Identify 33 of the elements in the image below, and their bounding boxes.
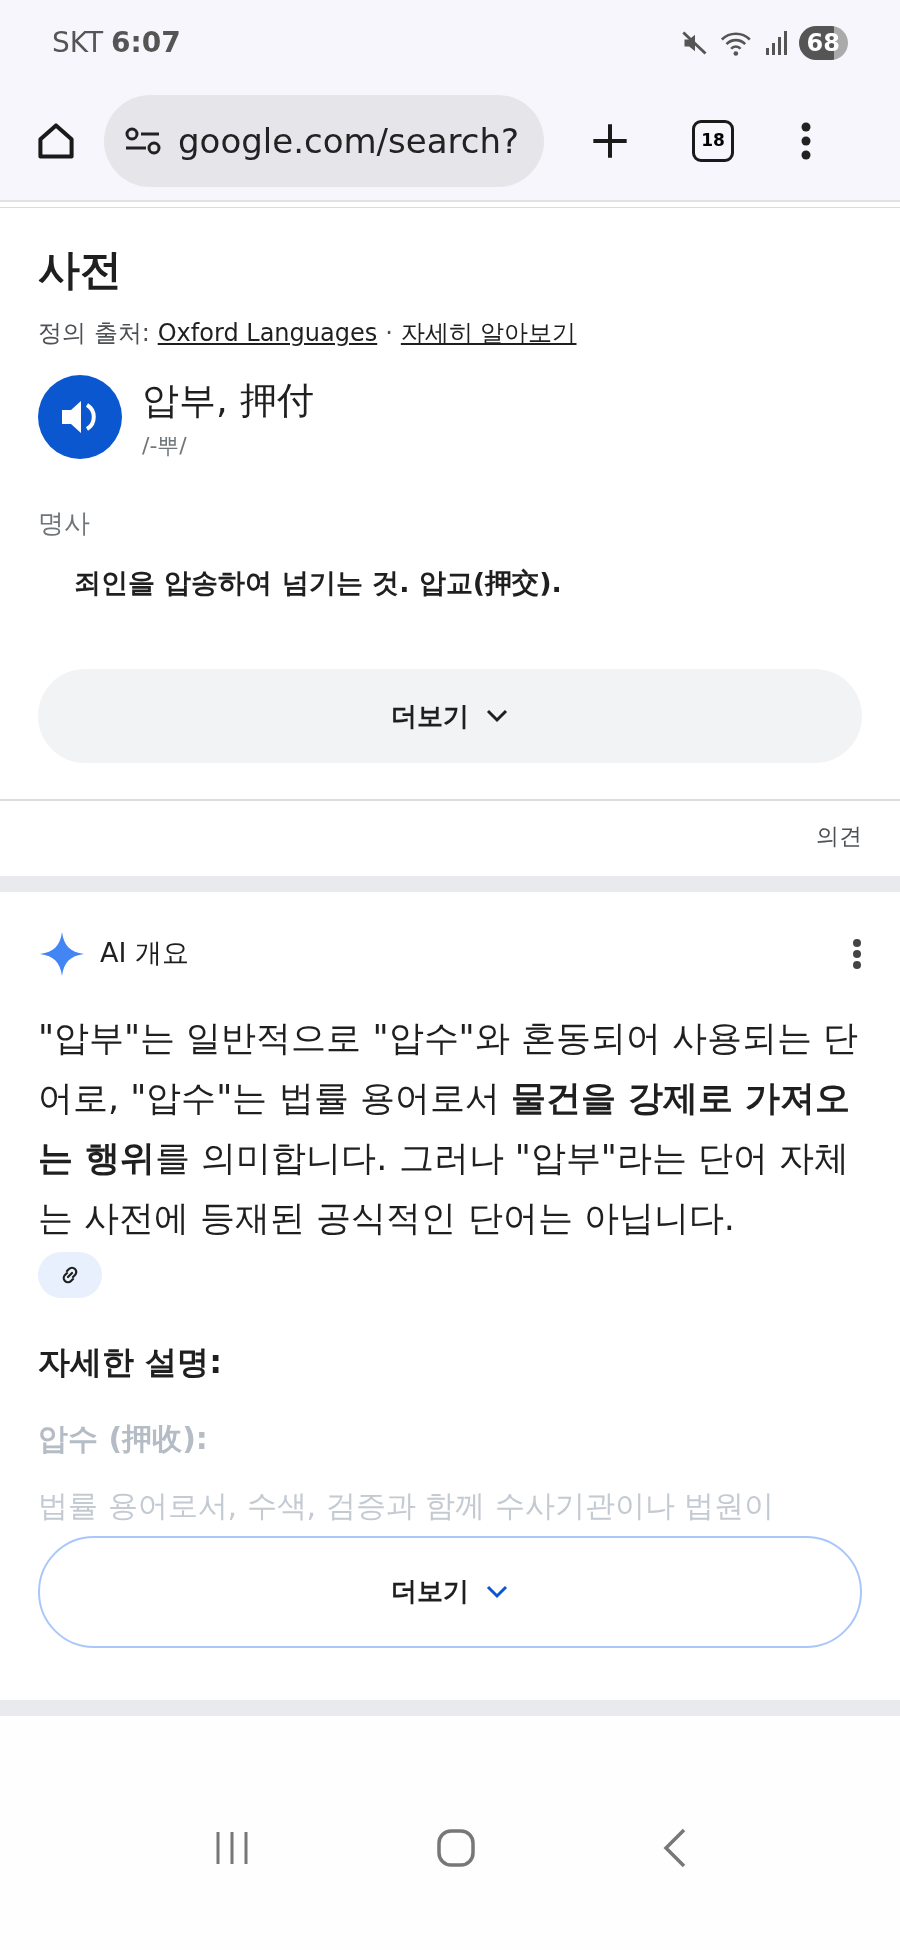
speaker-icon[interactable] <box>38 375 122 460</box>
section-title: 사전 <box>38 244 123 296</box>
signal-icon <box>764 30 789 56</box>
pronunciation-text: /-뿌/ <box>142 431 188 460</box>
carrier-name: SKT <box>52 25 104 61</box>
home-button-icon[interactable] <box>436 1827 476 1868</box>
mute-icon <box>680 29 709 57</box>
faded-text: 법률 용어로서, 수색, 검증과 함께 수사기관이나 법원이 <box>38 1486 776 1525</box>
ai-overview-title: AI 개요 <box>100 936 189 971</box>
site-settings-icon[interactable] <box>124 126 162 156</box>
definition-text: 죄인을 압송하여 넘기는 것. 압교(押交). <box>74 565 563 600</box>
source-link-button[interactable] <box>38 1251 102 1298</box>
show-more-button[interactable]: 더보기 <box>38 1535 862 1648</box>
learn-more-link[interactable]: 자세히 알아보기 <box>400 315 577 351</box>
part-of-speech: 명사 <box>38 506 91 540</box>
term-heading: 압수 (押收): <box>38 1419 209 1458</box>
more-options-icon[interactable] <box>852 937 862 970</box>
chevron-down-icon <box>485 1583 509 1600</box>
source-link[interactable]: Oxford Languages <box>157 315 378 351</box>
separator-text: · <box>385 318 393 349</box>
source-label: 정의 출처: <box>38 318 150 349</box>
more-options-icon[interactable] <box>800 121 812 161</box>
details-heading: 자세한 설명: <box>38 1341 223 1383</box>
tab-switcher-button[interactable]: 18 <box>692 120 734 162</box>
clock-time: 6:07 <box>111 25 181 61</box>
new-tab-icon[interactable] <box>590 121 630 161</box>
headword: 압부, 押付 <box>142 378 314 424</box>
battery-indicator: 68 <box>798 26 848 60</box>
show-more-button[interactable]: 더보기 <box>38 669 862 763</box>
address-bar[interactable]: google.com/search? <box>104 95 544 187</box>
summary-paragraph: "압부"는 일반적으로 "압수"와 혼동되어 사용되는 단어로, "압수"는 법률 용어로서 물건을 강제로 가져오는 행위를 의미합니다. 그러나 "압부"라는 단어 자체는 사전에 등재된 공식적인 단어는 아닙니다. <box>38 1016 860 1240</box>
feedback-link[interactable]: 의견 <box>816 819 862 854</box>
chevron-down-icon <box>485 708 509 724</box>
